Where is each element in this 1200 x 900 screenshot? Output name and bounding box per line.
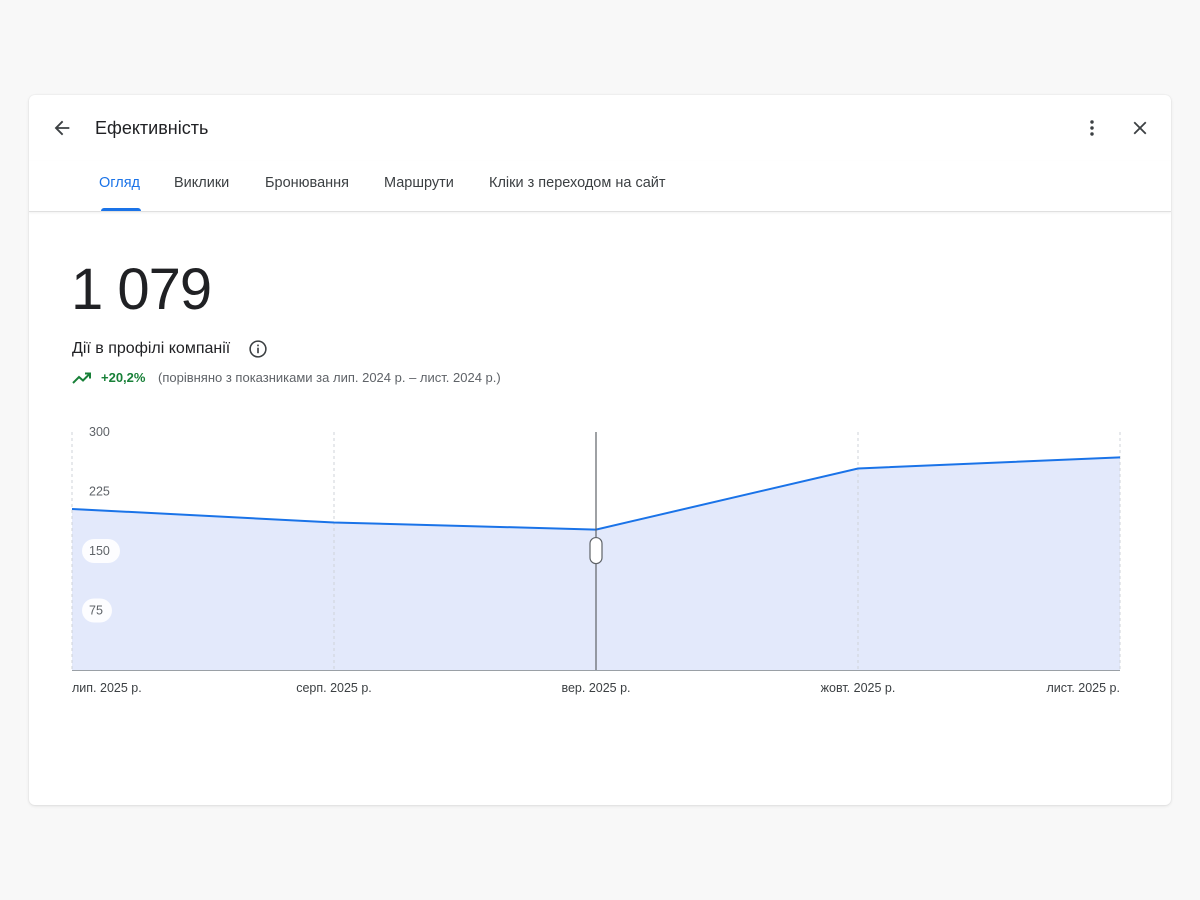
tab-overview[interactable]: Огляд	[99, 175, 140, 191]
info-icon[interactable]	[247, 338, 269, 360]
more-options-button[interactable]	[1078, 114, 1106, 142]
back-button[interactable]	[48, 114, 76, 142]
x-tick-label: лист. 2025 р.	[1046, 681, 1120, 695]
performance-panel: Ефективність Огляд Виклики Бронювання Ма…	[29, 95, 1171, 805]
x-tick-label: серп. 2025 р.	[296, 681, 372, 695]
total-value: 1 079	[71, 257, 212, 322]
trending-up-icon	[71, 370, 93, 386]
arrow-back-icon	[54, 120, 70, 136]
close-button[interactable]	[1126, 114, 1154, 142]
x-tick-label: вер. 2025 р.	[561, 681, 630, 695]
y-tick-label-background	[82, 539, 120, 563]
x-tick-label: лип. 2025 р.	[72, 681, 142, 695]
y-tick-label: 150	[89, 544, 110, 558]
tab-calls[interactable]: Виклики	[174, 175, 229, 191]
trend-comparison: (порівняно з показниками за лип. 2024 р.…	[158, 370, 501, 385]
tab-directions[interactable]: Маршрути	[384, 175, 454, 191]
x-tick-label: жовт. 2025 р.	[821, 681, 896, 695]
tab-website-clicks[interactable]: Кліки з переходом на сайт	[489, 175, 666, 191]
trend-change: +20,2%	[101, 370, 146, 385]
y-tick-label: 75	[89, 604, 103, 618]
metric-label: Дії в профілі компанії	[72, 340, 231, 357]
y-tick-label-background	[82, 598, 112, 623]
y-tick-label: 225	[89, 485, 110, 499]
y-tick-label: 300	[89, 425, 110, 439]
active-tab-indicator	[101, 208, 141, 211]
page-title: Ефективність	[95, 118, 209, 138]
tab-bookings[interactable]: Бронювання	[265, 175, 349, 191]
close-icon	[1133, 121, 1147, 135]
tab-bar: Огляд Виклики Бронювання Маршрути Кліки …	[29, 161, 1171, 212]
more-vert-icon	[1090, 120, 1094, 136]
chart-cursor-handle[interactable]	[589, 536, 603, 565]
series-line	[71, 456, 1121, 531]
panel-header: Ефективність	[29, 95, 1171, 161]
